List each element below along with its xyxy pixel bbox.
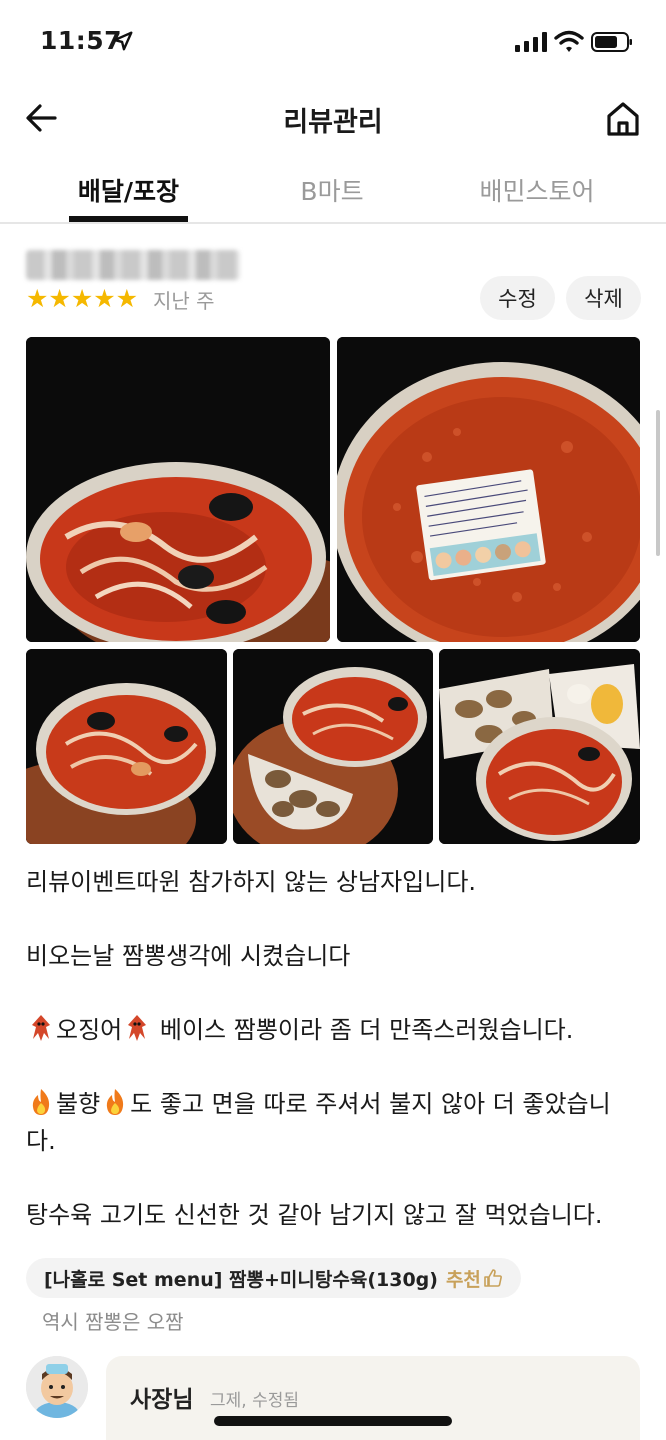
review-line-spacer — [26, 901, 640, 938]
fire-line-rest: 도 좋고 면을 따로 주셔서 불지 않아 더 좋았습니 — [130, 1090, 611, 1118]
owner-reply-meta: 그제, 수정됨 — [210, 1391, 300, 1411]
fire-icon — [107, 1089, 124, 1115]
home-indicator[interactable] — [214, 1416, 452, 1426]
home-icon[interactable] — [602, 98, 644, 140]
review-line: 오징어 베이스 짬뽕이라 좀 더 만족스러웠습니다. — [26, 1012, 640, 1049]
review-line: 다. — [26, 1127, 56, 1155]
jjamppong-bowl-image — [26, 337, 330, 642]
edit-button[interactable]: 수정 — [480, 276, 555, 320]
squid-line-rest: 베이스 짬뽕이라 좀 더 만족스러웠습니다. — [152, 1016, 574, 1044]
review-line: 불향 도 좋고 면을 따로 주셔서 불지 않아 더 좋았습니 — [26, 1086, 640, 1123]
scrollbar[interactable] — [656, 410, 660, 556]
owner-name: 사장님 — [130, 1387, 194, 1413]
recommend-label: 추천 — [445, 1268, 481, 1291]
fire-icon — [32, 1089, 50, 1115]
signal-icon — [515, 32, 547, 52]
menu-item-name: [나홀로 Set menu] 짬뽕+미니탕수육(130g) — [44, 1268, 438, 1291]
review-photo-3[interactable] — [26, 649, 227, 844]
review-photo-2[interactable] — [337, 337, 640, 642]
tab-bar: 배달/포장 B마트 배민스토어 — [0, 160, 666, 224]
wifi-icon — [554, 30, 584, 52]
sealed-container-image — [337, 337, 640, 642]
thumbs-up-icon — [484, 1269, 502, 1287]
tab-delivery[interactable]: 배달/포장 — [69, 172, 188, 208]
menu-comment: 역시 짬뽕은 오짬 — [42, 1310, 184, 1334]
battery-icon — [591, 32, 632, 52]
tab-bmart[interactable]: B마트 — [282, 172, 382, 208]
status-time: 11:57 — [40, 26, 123, 55]
jjamppong-bowl-image — [26, 649, 227, 844]
review-line: 리뷰이벤트따윈 참가하지 않는 상남자입니다. — [26, 868, 477, 896]
owner-avatar-icon — [26, 1356, 88, 1418]
star-rating: ★★★★★ — [26, 284, 139, 313]
review-line: 탕수육 고기도 신선한 것 같아 남기지 않고 잘 먹었습니다. — [26, 1201, 603, 1229]
owner-avatar — [26, 1356, 88, 1418]
delete-button[interactable]: 삭제 — [566, 276, 641, 320]
review-photo-4[interactable] — [233, 649, 433, 844]
tab-active-underline — [69, 216, 188, 222]
review-author-blurred — [26, 250, 240, 280]
status-bar: 11:57 — [0, 0, 666, 80]
review-text: 리뷰이벤트따윈 참가하지 않는 상남자입니다. 비오는날 짬뽕생각에 시켰습니다… — [26, 864, 640, 1234]
squid-word: 오징어 — [56, 1016, 123, 1044]
owner-reply-card: 사장님 그제, 수정됨 — [106, 1356, 640, 1440]
review-date: 지난 주 — [153, 289, 215, 313]
ordered-menu-chip[interactable]: [나홀로 Set menu] 짬뽕+미니탕수육(130g) 추천 — [26, 1258, 521, 1298]
review-line: 비오는날 짬뽕생각에 시켰습니다 — [26, 942, 351, 970]
tab-baemin-store[interactable]: 배민스토어 — [466, 172, 608, 208]
squid-icon — [128, 1015, 147, 1041]
nav-bar: 리뷰관리 — [0, 80, 666, 160]
squid-icon — [32, 1015, 50, 1041]
review-line-spacer — [26, 975, 640, 1012]
location-arrow-icon — [113, 31, 133, 51]
page-title: 리뷰관리 — [283, 107, 383, 138]
review-photo-5[interactable] — [439, 649, 640, 844]
review-line-spacer — [26, 1049, 640, 1086]
review-line-spacer — [26, 1160, 640, 1197]
review-photo-1[interactable] — [26, 337, 330, 642]
fire-word: 불향 — [56, 1090, 101, 1118]
set-menu-spread-image — [439, 649, 640, 844]
jjamppong-with-tangsuyuk-image — [233, 649, 433, 844]
